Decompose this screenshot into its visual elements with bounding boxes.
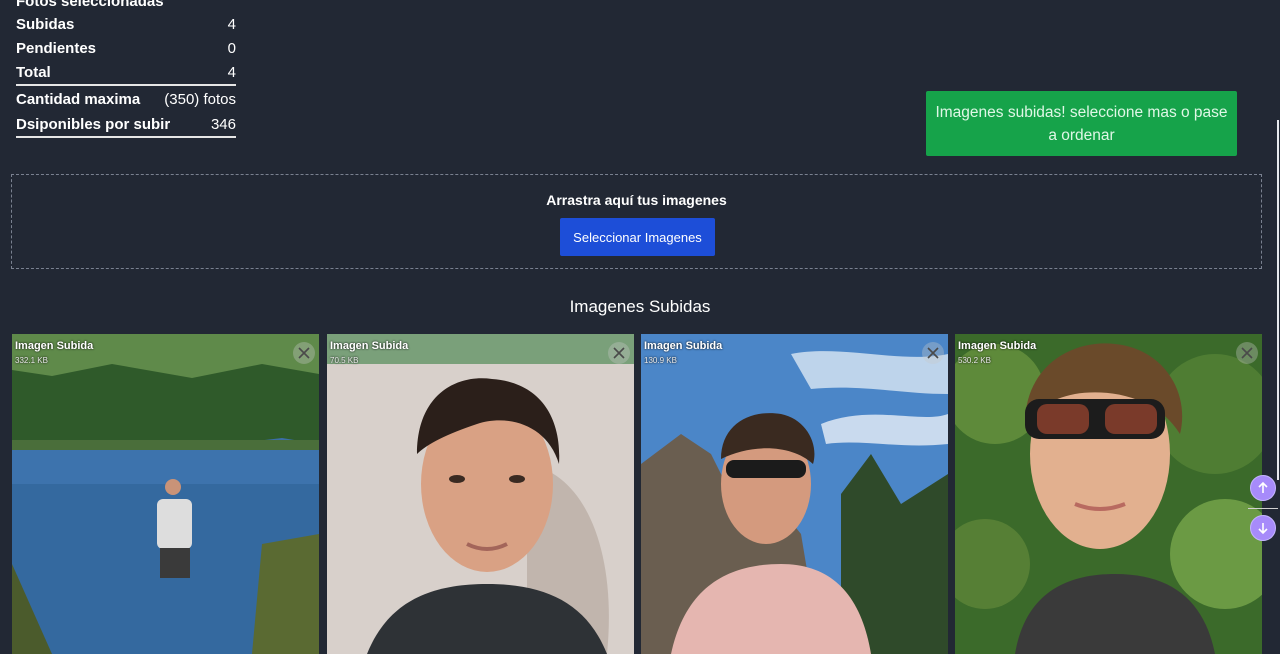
photo-sunglasses [955, 334, 1262, 654]
upload-stats: Fotos seleccionadas Subidas 4 Pendientes… [16, 0, 236, 138]
uploaded-image-card: Imagen Subida 332.1 KB [12, 334, 319, 654]
card-size: 332.1 KB [15, 356, 48, 365]
stats-row-total: Total 4 [16, 60, 236, 86]
close-icon[interactable] [608, 342, 630, 364]
uploaded-image-card: Imagen Subida 70.5 KB [327, 334, 634, 654]
uploaded-image-card: Imagen Subida 530.2 KB [955, 334, 1262, 654]
success-toast: Imagenes subidas! seleccione mas o pase … [926, 91, 1237, 156]
dropzone-title: Arrastra aquí tus imagenes [546, 192, 727, 208]
arrow-up-icon[interactable] [1250, 475, 1276, 501]
card-label: Imagen Subida [644, 340, 723, 352]
arrow-down-icon[interactable] [1250, 515, 1276, 541]
image-dropzone[interactable]: Arrastra aquí tus imagenes Seleccionar I… [11, 174, 1262, 269]
card-size: 130.9 KB [644, 356, 677, 365]
scroll-divider [1248, 508, 1278, 509]
uploaded-section-title: Imagenes Subidas [569, 297, 711, 316]
card-size: 530.2 KB [958, 356, 991, 365]
photo-mountain [641, 334, 948, 654]
card-label: Imagen Subida [958, 340, 1037, 352]
stats-heading: Fotos seleccionadas [16, 0, 164, 10]
stats-row-uploaded: Subidas 4 [16, 15, 236, 33]
stats-row-pending: Pendientes 0 [16, 39, 236, 57]
select-images-button[interactable]: Seleccionar Imagenes [560, 218, 715, 256]
card-label: Imagen Subida [15, 340, 94, 352]
photo-portrait [327, 334, 634, 654]
card-label: Imagen Subida [330, 340, 409, 352]
card-size: 70.5 KB [330, 356, 359, 365]
close-icon[interactable] [293, 342, 315, 364]
photo-lake [12, 334, 319, 654]
stats-row-max: Cantidad maxima (350) fotos [16, 90, 236, 108]
stats-row-available: Dsiponibles por subir 346 [16, 112, 236, 138]
close-icon[interactable] [922, 342, 944, 364]
uploaded-image-card: Imagen Subida 130.9 KB [641, 334, 948, 654]
close-icon[interactable] [1236, 342, 1258, 364]
